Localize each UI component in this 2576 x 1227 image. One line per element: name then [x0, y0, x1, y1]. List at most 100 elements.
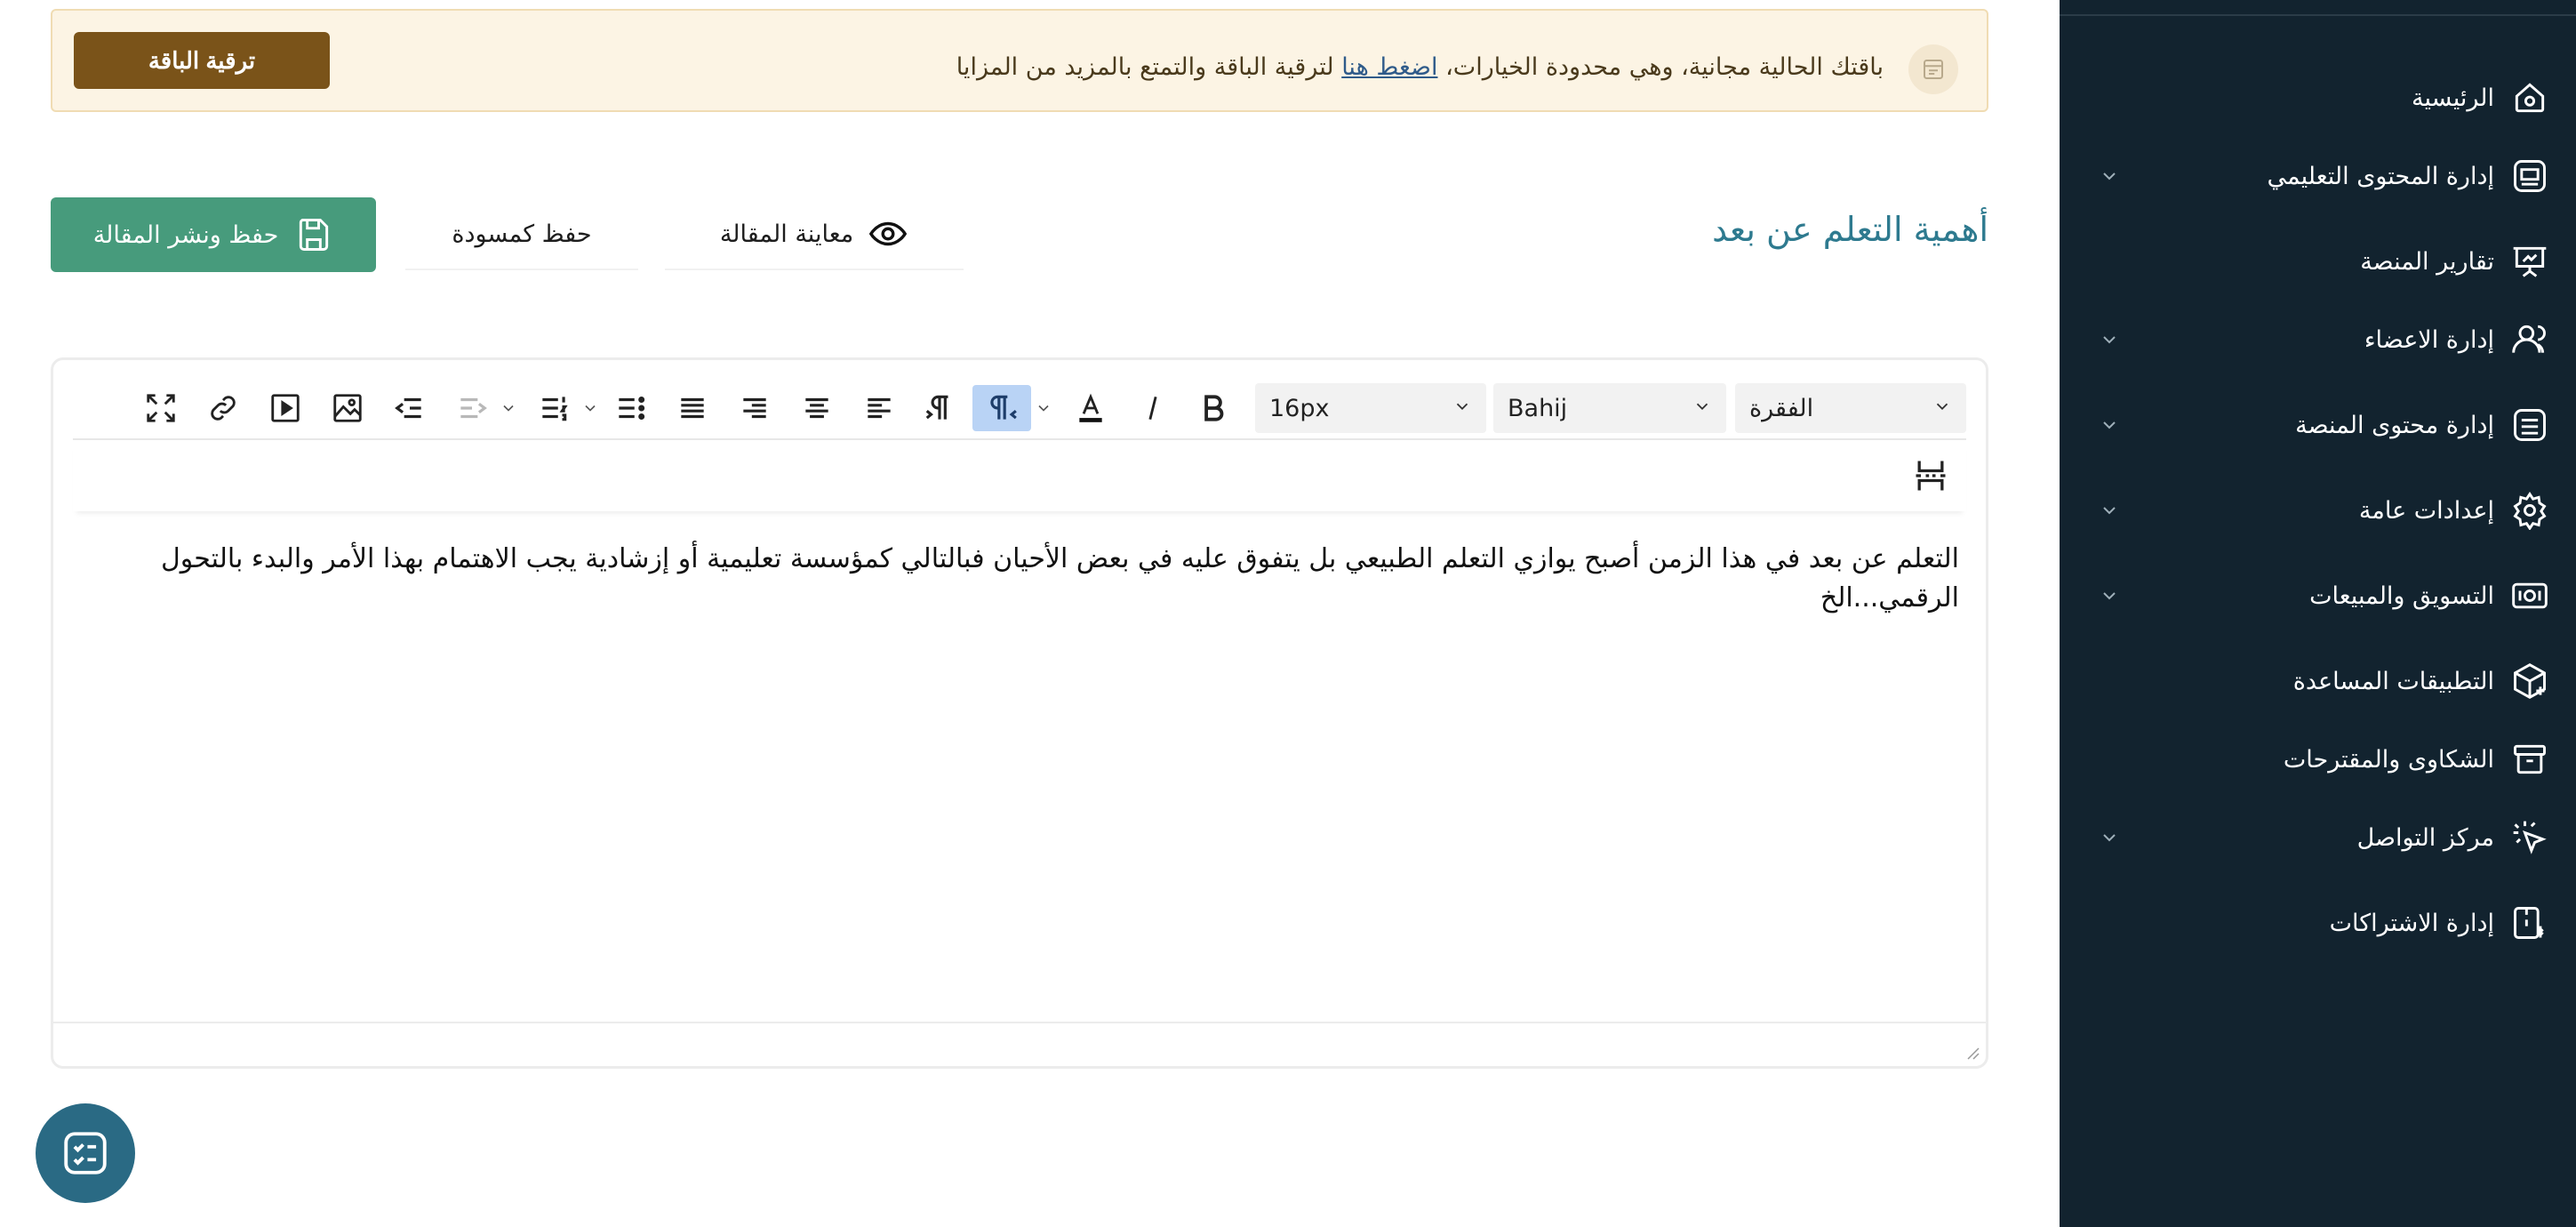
- chevron-down-icon: [2099, 500, 2120, 521]
- sidebar-item-helper-apps[interactable]: التطبيقات المساعدة: [2084, 660, 2551, 702]
- task-checklist-button[interactable]: [36, 1103, 135, 1203]
- block-format-value: الفقرة: [1749, 394, 1814, 422]
- ltr-paragraph-icon: [925, 395, 948, 420]
- sidebar-item-complaints[interactable]: الشكاوى والمقترحات: [2084, 738, 2551, 781]
- sidebar-item-label: تقارير المنصة: [2360, 247, 2494, 276]
- sidebar-item-label: إدارة الاشتراكات: [2329, 909, 2494, 937]
- sidebar-item-label: الرئيسية: [2412, 84, 2494, 112]
- money-icon: [2508, 574, 2551, 617]
- sidebar-item-general-settings[interactable]: إعدادات عامة: [2084, 489, 2551, 532]
- package-icon: [2508, 660, 2551, 702]
- font-family-value: Bahij: [1508, 394, 1568, 422]
- content-icon: [2508, 155, 2551, 197]
- sidebar-item-label: التطبيقات المساعدة: [2292, 667, 2494, 695]
- sidebar-item-marketing-sales[interactable]: التسويق والمبيعات: [2084, 574, 2551, 617]
- bold-icon: [1204, 395, 1224, 421]
- save-icon: [300, 219, 329, 251]
- chevron-down-icon: [2099, 165, 2120, 187]
- insert-image-button[interactable]: [324, 385, 372, 431]
- chevron-down-icon: [2099, 827, 2120, 848]
- align-left-button[interactable]: [855, 385, 903, 431]
- save-draft-button[interactable]: حفظ كمسودة: [405, 199, 638, 270]
- align-right-button[interactable]: [731, 385, 779, 431]
- subscription-icon: [2508, 902, 2551, 944]
- align-justify-icon: [681, 397, 704, 419]
- store-icon: [1908, 44, 1958, 94]
- sidebar-item-communication-center[interactable]: مركز التواصل: [2084, 816, 2551, 859]
- upgrade-link[interactable]: اضغط هنا: [1341, 53, 1437, 81]
- editor-content[interactable]: التعلم عن بعد في هذا الزمن أصبح يوازي ال…: [100, 540, 1959, 618]
- home-icon: [2508, 76, 2551, 119]
- align-center-icon: [805, 397, 828, 419]
- sidebar-item-label: التسويق والمبيعات: [2309, 581, 2494, 610]
- video-icon: [271, 394, 300, 422]
- insert-link-button[interactable]: [199, 385, 247, 431]
- sidebar-item-members[interactable]: إدارة الاعضاء: [2084, 318, 2551, 361]
- save-publish-button[interactable]: حفظ ونشر المقالة: [51, 197, 376, 272]
- sidebar-item-home[interactable]: الرئيسية: [2084, 76, 2551, 119]
- editor-toolbar: الفقرة Bahij 16px: [73, 376, 1966, 440]
- rtl-direction-button[interactable]: [972, 385, 1031, 431]
- preview-button[interactable]: معاينة المقالة: [665, 199, 964, 270]
- resize-handle-icon[interactable]: [1963, 1043, 1980, 1061]
- numbered-list-icon: [542, 397, 568, 421]
- page-break-button[interactable]: [1911, 456, 1950, 495]
- ltr-direction-button[interactable]: [916, 385, 964, 431]
- outdent-icon: [395, 397, 421, 419]
- indent-icon: [460, 397, 487, 419]
- chevron-down-icon: [1692, 395, 1712, 422]
- link-icon: [211, 396, 236, 421]
- block-format-select[interactable]: الفقرة: [1735, 383, 1966, 433]
- chevron-down-icon: [2099, 329, 2120, 350]
- rich-text-editor: الفقرة Bahij 16px التعلم عن بعد في هذا ا…: [51, 357, 1988, 1069]
- align-justify-button[interactable]: [668, 385, 716, 431]
- bullet-list-button[interactable]: [606, 385, 654, 431]
- numbered-list-button[interactable]: [530, 385, 578, 431]
- outdent-button[interactable]: [386, 385, 434, 431]
- page-break-icon: [1916, 461, 1946, 491]
- chevron-down-icon[interactable]: [1035, 399, 1052, 417]
- italic-icon: [1148, 396, 1157, 421]
- sidebar-item-label: مركز التواصل: [2356, 823, 2494, 852]
- page-title: أهمية التعلم عن بعد: [1712, 210, 1988, 249]
- sidebar-item-subscriptions[interactable]: إدارة الاشتراكات: [2084, 902, 2551, 944]
- sidebar-item-label: الشكاوى والمقترحات: [2283, 745, 2494, 774]
- editor-statusbar: [53, 1022, 1986, 1066]
- bold-button[interactable]: [1189, 385, 1237, 431]
- sidebar-item-educational-content[interactable]: إدارة المحتوى التعليمي: [2084, 155, 2551, 197]
- archive-icon: [2508, 738, 2551, 781]
- preview-label: معاينة المقالة: [719, 220, 854, 248]
- editor-toolbar-secondary: [73, 442, 1966, 511]
- chevron-down-icon: [2099, 585, 2120, 606]
- upgrade-button[interactable]: ترقية الباقة: [74, 32, 330, 89]
- presentation-icon: [2508, 240, 2551, 283]
- font-size-value: 16px: [1269, 394, 1330, 422]
- font-family-select[interactable]: Bahij: [1493, 383, 1726, 433]
- text-color-button[interactable]: [1067, 385, 1115, 431]
- fullscreen-button[interactable]: [137, 385, 185, 431]
- sidebar-item-label: إدارة محتوى المنصة: [2295, 411, 2494, 439]
- sidebar-nav: الرئيسية إدارة المحتوى التعليمي تقارير ا…: [2084, 59, 2551, 944]
- italic-button[interactable]: [1129, 385, 1177, 431]
- sidebar-item-reports[interactable]: تقارير المنصة: [2084, 240, 2551, 283]
- font-size-select[interactable]: 16px: [1255, 383, 1486, 433]
- chevron-down-icon[interactable]: [581, 399, 599, 417]
- sidebar-item-label: إعدادات عامة: [2358, 496, 2494, 525]
- rtl-paragraph-icon: [990, 395, 1017, 420]
- align-left-icon: [868, 397, 891, 419]
- sidebar-item-platform-content[interactable]: إدارة محتوى المنصة: [2084, 404, 2551, 446]
- text-color-icon: [1079, 393, 1102, 422]
- indent-button[interactable]: [448, 385, 496, 431]
- chevron-down-icon[interactable]: [500, 399, 517, 417]
- align-right-icon: [743, 397, 766, 419]
- users-icon: [2508, 318, 2551, 361]
- chevron-down-icon: [2099, 414, 2120, 436]
- image-icon: [333, 394, 362, 422]
- chevron-down-icon: [1932, 395, 1952, 422]
- list-icon: [2508, 404, 2551, 446]
- checklist-icon: [64, 1132, 107, 1175]
- publish-label: حفظ ونشر المقالة: [92, 221, 279, 249]
- fullscreen-icon: [147, 394, 175, 422]
- insert-video-button[interactable]: [261, 385, 309, 431]
- align-center-button[interactable]: [793, 385, 841, 431]
